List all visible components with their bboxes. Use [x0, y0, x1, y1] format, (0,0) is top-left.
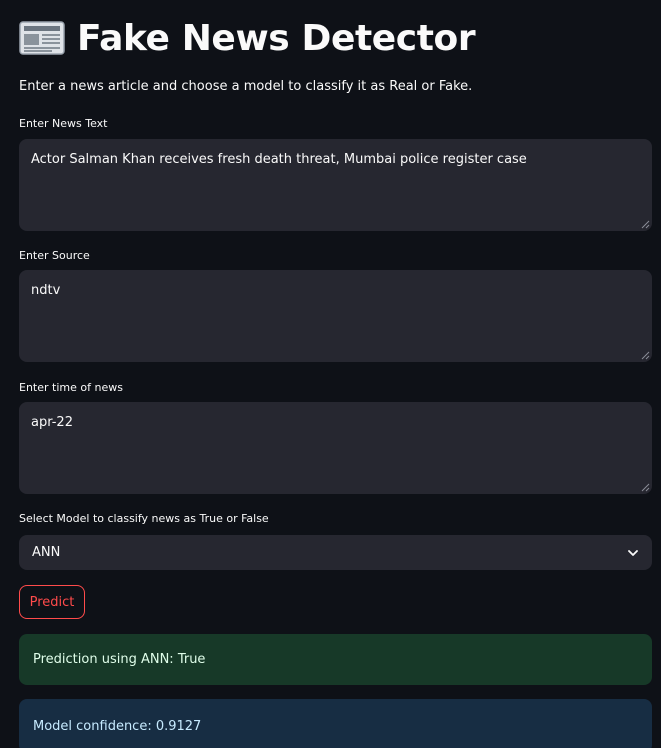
resize-handle-icon[interactable] [641, 220, 650, 229]
news-text-label: Enter News Text [19, 117, 108, 130]
source-label: Enter Source [19, 249, 90, 262]
prediction-text: Prediction using ANN: True [33, 652, 206, 667]
confidence-alert: Model confidence: 0.9127 [19, 699, 652, 748]
time-label: Enter time of news [19, 381, 123, 394]
page-description: Enter a news article and choose a model … [19, 79, 473, 94]
app-container: Fake News Detector Enter a news article … [0, 0, 661, 748]
model-select-label: Select Model to classify news as True or… [19, 512, 269, 525]
news-text-input[interactable]: Actor Salman Khan receives fresh death t… [19, 139, 652, 231]
confidence-text: Model confidence: 0.9127 [33, 718, 202, 734]
time-input[interactable]: apr-22 [19, 402, 652, 494]
page-header: Fake News Detector [19, 14, 476, 62]
source-input[interactable]: ndtv [19, 270, 652, 362]
model-select[interactable]: ANN [19, 535, 652, 570]
prediction-alert: Prediction using ANN: True [19, 634, 652, 685]
chevron-down-icon[interactable] [627, 547, 639, 559]
resize-handle-icon[interactable] [641, 483, 650, 492]
predict-button[interactable]: Predict [19, 585, 85, 619]
page-title: Fake News Detector [77, 17, 476, 59]
resize-handle-icon[interactable] [641, 351, 650, 360]
newspaper-icon [19, 21, 65, 55]
model-select-value: ANN [32, 545, 61, 560]
time-value: apr-22 [31, 415, 73, 430]
news-text-value: Actor Salman Khan receives fresh death t… [31, 152, 527, 167]
source-value: ndtv [31, 283, 61, 298]
